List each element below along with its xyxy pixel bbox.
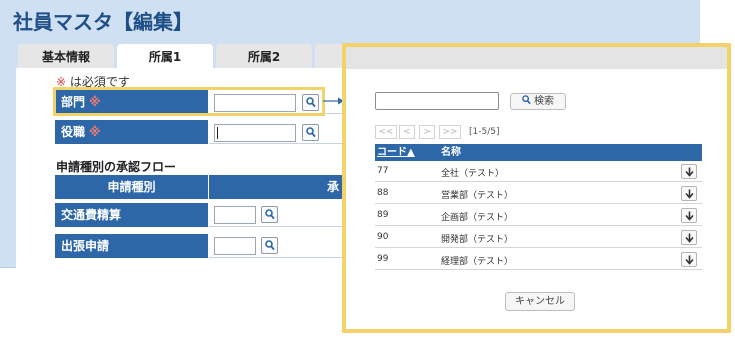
page-title: 社員マスタ【編集】	[13, 10, 193, 34]
arrow-down-icon	[685, 255, 694, 265]
position-input[interactable]	[214, 124, 296, 142]
result-name: 営業部（テスト）	[441, 191, 514, 201]
result-code: 89	[377, 210, 389, 220]
result-name: 開発部（テスト）	[441, 235, 514, 245]
pager-count: [1-5/5]	[469, 127, 500, 137]
search-icon	[522, 95, 531, 105]
search-icon	[265, 209, 275, 220]
pager-last-button[interactable]: >>	[439, 125, 461, 139]
approval-input[interactable]	[214, 206, 256, 224]
cancel-button[interactable]: キャンセル	[505, 292, 575, 311]
position-label-text: 役職	[61, 125, 86, 139]
search-icon	[306, 127, 316, 138]
approval-input[interactable]	[214, 237, 256, 255]
select-row-button[interactable]	[681, 164, 697, 179]
result-row: 90 開発部（テスト）	[375, 227, 702, 248]
department-selection-modal: 検索 << < > >> [1-5/5] コード▲ 名称 77 全社（テスト） …	[342, 43, 731, 333]
approval-search-button[interactable]	[261, 206, 278, 223]
arrow-down-icon	[685, 189, 694, 199]
modal-search-input[interactable]	[375, 92, 499, 110]
result-row: 88 営業部（テスト）	[375, 183, 702, 204]
column-code-sort[interactable]: コード▲	[377, 144, 415, 161]
select-row-button[interactable]	[681, 230, 697, 245]
approval-search-button[interactable]	[261, 237, 278, 254]
pager-prev-button[interactable]: <	[399, 125, 415, 139]
result-row: 89 企画部（テスト）	[375, 205, 702, 226]
search-icon	[265, 240, 275, 251]
approval-col-type: 申請種別	[107, 180, 156, 194]
select-row-button[interactable]	[681, 252, 697, 267]
modal-header[interactable]	[346, 47, 727, 69]
approval-col-flow: 承	[327, 180, 340, 194]
required-star: ※	[89, 125, 101, 139]
modal-search-button[interactable]: 検索	[510, 93, 566, 110]
result-name: 企画部（テスト）	[441, 213, 514, 223]
result-name: 経理部（テスト）	[441, 257, 514, 267]
result-table-header: コード▲ 名称	[375, 144, 702, 161]
approval-row-label: 出張申請	[55, 234, 208, 258]
pager-first-button[interactable]: <<	[375, 125, 397, 139]
result-row: 77 全社（テスト）	[375, 161, 702, 182]
tab-affiliation-2[interactable]: 所属2	[216, 44, 312, 68]
arrow-down-icon	[685, 233, 694, 243]
column-name: 名称	[441, 147, 461, 158]
arrow-down-icon	[685, 167, 694, 177]
result-name: 全社（テスト）	[441, 169, 505, 179]
position-label: 役職 ※	[55, 120, 208, 144]
tab-affiliation-1[interactable]: 所属1	[117, 44, 213, 68]
result-code: 88	[377, 188, 389, 198]
tab-basic-info[interactable]: 基本情報	[18, 44, 114, 68]
result-row: 99 経理部（テスト）	[375, 249, 702, 270]
arrow-down-icon	[685, 211, 694, 221]
result-code: 99	[377, 254, 389, 264]
select-row-button[interactable]	[681, 186, 697, 201]
department-highlight	[53, 87, 325, 116]
select-row-button[interactable]	[681, 208, 697, 223]
approval-row-label: 交通費精算	[55, 203, 208, 227]
column-separator	[208, 175, 209, 199]
text-caret	[217, 127, 218, 139]
result-code: 77	[377, 166, 389, 176]
approval-section-title: 申請種別の承認フロー	[56, 160, 177, 174]
modal-search-button-label: 検索	[534, 96, 554, 107]
pager-next-button[interactable]: >	[419, 125, 435, 139]
position-search-button[interactable]	[302, 124, 319, 141]
result-code: 90	[377, 232, 389, 242]
